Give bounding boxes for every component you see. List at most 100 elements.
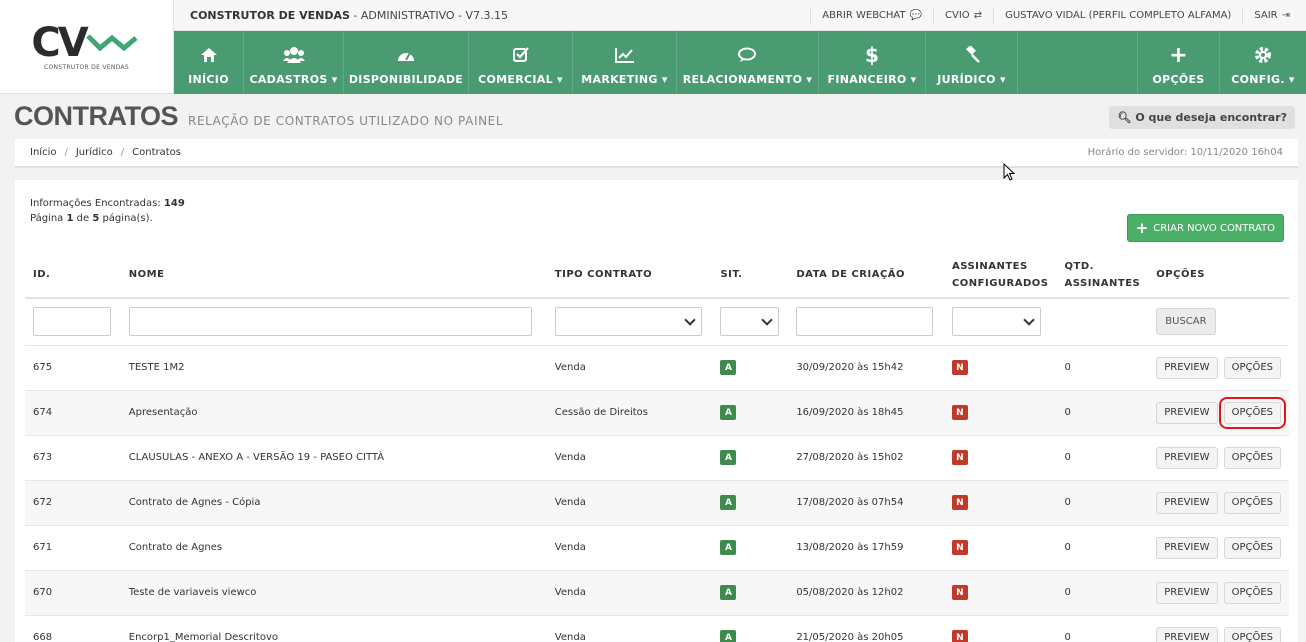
global-search-button[interactable]: 🔍︎ O que deseja encontrar?	[1109, 106, 1295, 129]
chart-icon	[614, 43, 635, 67]
cell-tipo: Venda	[546, 615, 713, 642]
chevron-down-icon	[684, 314, 696, 326]
app-title: CONSTRUTOR DE VENDAS - ADMINISTRATIVO - …	[174, 9, 810, 22]
cell-tipo: Venda	[546, 480, 713, 526]
col-data[interactable]: DATA DE CRIAÇÃO	[788, 252, 944, 299]
options-button[interactable]: OPÇÕES	[1223, 491, 1281, 514]
table-row: 674 Apresentação Cessão de Direitos A 16…	[25, 390, 1289, 436]
cvio-label: CVIO	[945, 9, 970, 21]
preview-button[interactable]: PREVIEW	[1156, 446, 1218, 469]
nav-comercial[interactable]: COMERCIAL ▾	[469, 31, 573, 94]
nav-label: CONFIG. ▾	[1231, 73, 1295, 86]
breadcrumb-inicio[interactable]: Início	[30, 147, 56, 158]
webchat-link[interactable]: ABRIR WEBCHAT 💬	[810, 6, 933, 24]
filter-sit-select[interactable]	[720, 307, 780, 337]
nav-juridico[interactable]: JURÍDICO ▾	[926, 31, 1018, 94]
results-info: Informações Encontradas: 149 Página 1 de…	[30, 196, 185, 226]
contracts-panel: Informações Encontradas: 149 Página 1 de…	[15, 180, 1298, 642]
cell-id: 674	[25, 390, 121, 436]
table-row: 668 Encorp1_Memorial Descritovo Venda A …	[25, 615, 1289, 642]
nav-relacionamento[interactable]: RELACIONAMENTO ▾	[677, 31, 819, 94]
page-title: CONTRATOS	[14, 101, 179, 131]
nav-financeiro[interactable]: $ FINANCEIRO ▾	[819, 31, 926, 94]
search-button[interactable]: BUSCAR	[1156, 308, 1216, 336]
cell-id: 673	[25, 435, 121, 481]
signers-badge: N	[951, 405, 968, 420]
filter-nome-input[interactable]	[128, 307, 532, 337]
webchat-label: ABRIR WEBCHAT	[822, 9, 906, 21]
preview-button[interactable]: PREVIEW	[1156, 401, 1218, 424]
options-button-highlighted[interactable]: OPÇÕES	[1218, 396, 1287, 429]
breadcrumb-juridico[interactable]: Jurídico	[76, 147, 113, 158]
options-button[interactable]: OPÇÕES	[1223, 356, 1281, 379]
cell-tipo: Venda	[546, 435, 713, 481]
create-contract-button[interactable]: + CRIAR NOVO CONTRATO	[1126, 214, 1284, 242]
logo-wave-icon	[85, 33, 138, 51]
user-profile-link[interactable]: GUSTAVO VIDAL (PERFIL COMPLETO ALFAMA)	[993, 6, 1242, 24]
nav-inicio[interactable]: INÍCIO	[174, 31, 244, 94]
options-button[interactable]: OPÇÕES	[1223, 581, 1281, 604]
col-qtd[interactable]: QTD. ASSINANTES	[1056, 252, 1149, 299]
signers-badge: N	[951, 495, 968, 510]
swap-icon: ⇄	[973, 9, 983, 21]
breadcrumb-separator: /	[64, 147, 68, 158]
nav-opcoes[interactable]: + OPÇÕES	[1138, 31, 1220, 94]
nav-cadastros[interactable]: CADASTROS ▾	[244, 31, 344, 94]
preview-button[interactable]: PREVIEW	[1156, 356, 1218, 379]
cell-data: 21/05/2020 às 20h05	[788, 615, 944, 642]
col-opcoes: OPÇÕES	[1148, 252, 1289, 299]
logo-subtitle: CONSTRUTOR DE VENDAS	[43, 63, 130, 71]
col-id[interactable]: ID.	[25, 252, 121, 299]
status-badge: A	[720, 405, 737, 420]
cell-id: 670	[25, 570, 121, 616]
main-nav: INÍCIO CADASTROS ▾ DISPONIBILIDADE COMER…	[174, 31, 1306, 94]
preview-button[interactable]: PREVIEW	[1156, 626, 1218, 642]
cvio-link[interactable]: CVIO ⇄	[933, 6, 993, 24]
preview-button[interactable]: PREVIEW	[1156, 536, 1218, 559]
table-row: 675 TESTE 1M2 Venda A 30/09/2020 às 15h4…	[25, 345, 1289, 391]
col-sit[interactable]: SIT.	[712, 252, 789, 299]
brand-logo[interactable]: CV CONSTRUTOR DE VENDAS	[0, 0, 174, 94]
cell-data: 05/08/2020 às 12h02	[788, 570, 944, 616]
cell-qtd: 0	[1056, 435, 1149, 481]
col-tipo[interactable]: TIPO CONTRATO	[546, 252, 713, 299]
nav-label: INÍCIO	[188, 73, 229, 86]
app-version: - ADMINISTRATIVO - V7.3.15	[349, 8, 509, 22]
status-badge: A	[720, 450, 737, 465]
gear-icon	[1254, 43, 1272, 67]
preview-button[interactable]: PREVIEW	[1156, 581, 1218, 604]
server-time: Horário do servidor: 10/11/2020 16h04	[1087, 147, 1283, 158]
nav-disponibilidade[interactable]: DISPONIBILIDADE	[344, 31, 469, 94]
cell-qtd: 0	[1056, 615, 1149, 642]
filter-tipo-select[interactable]	[554, 307, 702, 337]
col-nome[interactable]: NOME	[120, 252, 547, 299]
logout-link[interactable]: SAIR ⇥	[1242, 6, 1306, 24]
cell-assinantes: N	[943, 390, 1057, 436]
pagination-info: Página 1 de 5 página(s).	[30, 211, 185, 226]
chevron-down-icon	[761, 314, 774, 326]
table-header-row: ID. NOME TIPO CONTRATO SIT. DATA DE CRIA…	[25, 252, 1289, 299]
col-qtd-line1: QTD.	[1064, 260, 1094, 272]
nav-label: JURÍDICO ▾	[937, 73, 1006, 86]
col-assinantes[interactable]: ASSINANTES CONFIGURADOS	[943, 252, 1057, 299]
filter-id-input[interactable]	[33, 307, 111, 337]
nav-label: OPÇÕES	[1152, 73, 1205, 86]
page-subtitle: RELAÇÃO DE CONTRATOS UTILIZADO NO PAINEL	[188, 114, 504, 128]
filter-assinantes-select[interactable]	[951, 307, 1041, 337]
checkbox-icon	[512, 43, 529, 67]
preview-button[interactable]: PREVIEW	[1156, 491, 1218, 514]
dollar-icon: $	[865, 43, 879, 67]
options-button[interactable]: OPÇÕES	[1223, 446, 1281, 469]
cell-data: 30/09/2020 às 15h42	[788, 345, 944, 391]
page-header: CONTRATOS RELAÇÃO DE CONTRATOS UTILIZADO…	[14, 101, 503, 132]
col-assinantes-line1: ASSINANTES	[951, 260, 1028, 272]
nav-marketing[interactable]: MARKETING ▾	[573, 31, 677, 94]
nav-config[interactable]: CONFIG. ▾	[1220, 31, 1306, 94]
options-button[interactable]: OPÇÕES	[1223, 536, 1281, 559]
cell-opcoes: PREVIEW OPÇÕES	[1148, 615, 1289, 642]
chat-icon	[737, 43, 758, 67]
options-button[interactable]: OPÇÕES	[1223, 626, 1281, 642]
home-icon	[200, 43, 217, 67]
cell-id: 671	[25, 525, 121, 571]
filter-data-input[interactable]	[796, 307, 934, 337]
